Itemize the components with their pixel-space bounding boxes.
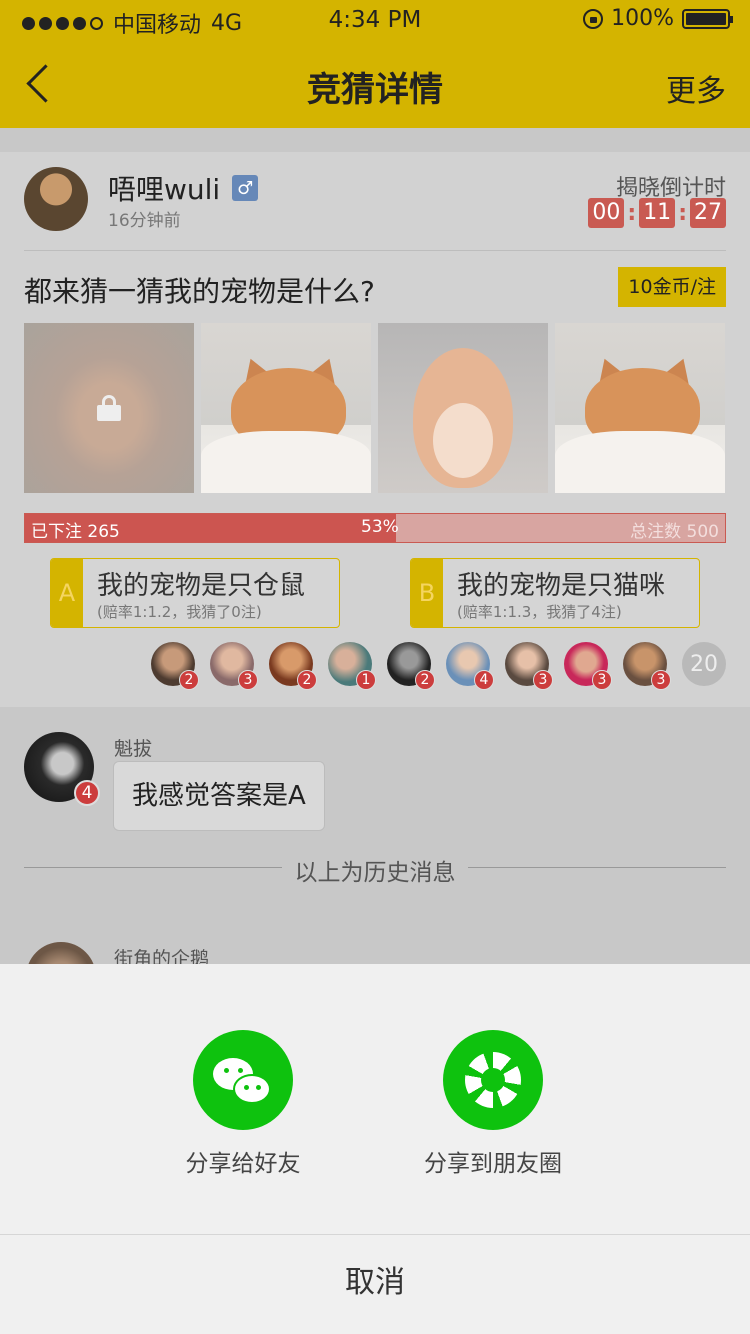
nav-bar: 竞猜详情 更多 [0, 40, 750, 128]
voter-badge: 2 [415, 670, 435, 690]
message-author: 街角的企鹅 [114, 948, 210, 964]
avatar[interactable]: 4 [24, 732, 100, 806]
message-author: 魁拔 [114, 738, 153, 760]
voter-badge: 3 [651, 670, 671, 690]
history-divider-label: 以上为历史消息 [294, 860, 456, 886]
share-to-moments-button[interactable]: 分享到朋友圈 [393, 1030, 593, 1178]
countdown-seconds: 27 [690, 198, 726, 228]
more-button[interactable]: 更多 [666, 66, 726, 110]
voter-avatars: 2 3 2 1 2 4 3 3 3 20 [151, 642, 726, 690]
guess-card: 唔哩wuli ♂ 16分钟前 揭晓倒计时 00 : 11 : 27 都来猜一猜我… [0, 152, 750, 707]
hamster-photo[interactable] [378, 323, 548, 493]
moments-icon [443, 1030, 543, 1130]
voter-count[interactable]: 20 [682, 642, 726, 686]
share-sheet: 分享给好友 分享到朋友圈 取消 [0, 964, 750, 1334]
status-bar: 中国移动 4G 4:34 PM 100% [0, 0, 750, 40]
countdown-timer: 00 : 11 : 27 [588, 198, 726, 228]
voter-avatar[interactable]: 4 [446, 642, 494, 690]
voter-badge: 4 [474, 670, 494, 690]
divider [24, 250, 726, 251]
lock-icon [97, 395, 121, 421]
page-title: 竞猜详情 [307, 70, 443, 110]
countdown-hours: 00 [588, 198, 625, 228]
share-friend-label: 分享给好友 [185, 1151, 301, 1177]
post-time: 16分钟前 [108, 211, 181, 231]
kitten-photo[interactable] [201, 323, 371, 493]
username-row: 唔哩wuli ♂ [108, 168, 259, 208]
voter-badge: 2 [179, 670, 199, 690]
option-title: 我的宠物是只猫咪 [457, 571, 666, 601]
history-divider: 以上为历史消息 [24, 853, 726, 886]
option-title: 我的宠物是只仓鼠 [97, 571, 306, 601]
option-letter: A [51, 559, 83, 627]
avatar[interactable] [24, 167, 88, 231]
cancel-button[interactable]: 取消 [0, 1234, 750, 1334]
avatar[interactable] [26, 942, 96, 964]
voter-badge: 3 [238, 670, 258, 690]
photo-grid [24, 323, 725, 493]
username: 唔哩wuli [108, 173, 221, 206]
option-odds: (赔率1:1.3，我猜了4注) [457, 603, 622, 621]
progress-percent: 53% [361, 517, 399, 537]
bet-progress-bar: 已下注 265 53% 总注数 500 [24, 513, 726, 543]
rotation-lock-icon [583, 8, 604, 29]
message-bubble: 我感觉答案是A [113, 761, 325, 831]
voter-avatar[interactable]: 1 [328, 642, 376, 690]
voter-badge: 2 [297, 670, 317, 690]
voter-avatar[interactable]: 2 [387, 642, 435, 690]
voter-badge: 3 [533, 670, 553, 690]
voter-avatar[interactable]: 3 [505, 642, 553, 690]
voter-badge: 1 [356, 670, 376, 690]
share-moments-label: 分享到朋友圈 [424, 1151, 562, 1177]
total-bets-label: 总注数 500 [630, 522, 719, 542]
wechat-icon [193, 1030, 293, 1130]
countdown-minutes: 11 [639, 198, 676, 228]
male-icon: ♂ [232, 175, 259, 201]
placed-bets-label: 已下注 265 [31, 522, 120, 542]
voter-avatar[interactable]: 3 [623, 642, 671, 690]
option-b-button[interactable]: B 我的宠物是只猫咪 (赔率1:1.3，我猜了4注) [410, 558, 700, 628]
option-odds: (赔率1:1.2，我猜了0注) [97, 603, 262, 621]
voter-avatar[interactable]: 3 [564, 642, 612, 690]
voter-avatar[interactable]: 2 [269, 642, 317, 690]
coin-tag: 10金币/注 [618, 267, 726, 307]
content-overlay[interactable]: 唔哩wuli ♂ 16分钟前 揭晓倒计时 00 : 11 : 27 都来猜一猜我… [0, 128, 750, 964]
kitten-photo[interactable] [555, 323, 725, 493]
battery-percent: 100% [611, 6, 674, 31]
status-right: 100% [583, 6, 733, 31]
option-letter: B [411, 559, 443, 627]
battery-icon [682, 8, 733, 29]
share-to-friend-button[interactable]: 分享给好友 [143, 1030, 343, 1178]
voter-avatar[interactable]: 2 [151, 642, 199, 690]
locked-photo[interactable] [24, 323, 194, 493]
user-badge: 4 [74, 780, 100, 806]
voter-badge: 3 [592, 670, 612, 690]
question-text: 都来猜一猜我的宠物是什么? [24, 275, 375, 308]
option-a-button[interactable]: A 我的宠物是只仓鼠 (赔率1:1.2，我猜了0注) [50, 558, 340, 628]
voter-avatar[interactable]: 3 [210, 642, 258, 690]
